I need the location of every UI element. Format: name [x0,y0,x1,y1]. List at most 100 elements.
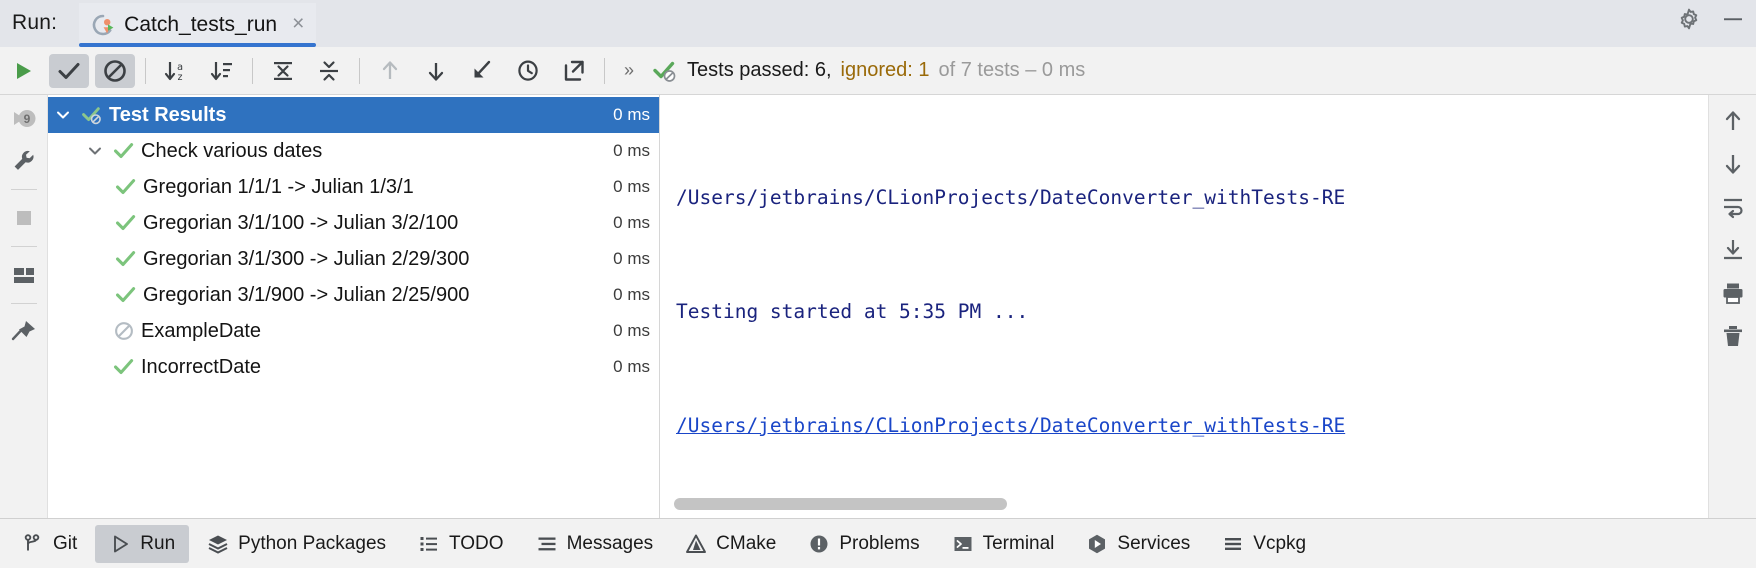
play-icon [109,533,131,555]
tool-window-services[interactable]: Services [1072,525,1204,563]
trash-icon[interactable] [1716,319,1750,353]
gear-icon[interactable] [1676,6,1702,32]
tool-window-run[interactable]: Run [95,524,190,563]
tool-window-label: Python Packages [238,532,387,554]
minimize-icon[interactable] [1720,6,1746,32]
collapse-all-button[interactable] [309,54,349,88]
run-tool-window: Run: Catch_tests_run × a z » Tests passe… [0,0,1756,568]
tool-window-messages[interactable]: Messages [522,525,668,563]
expand-all-button[interactable] [263,54,303,88]
tool-window-label: Services [1117,532,1191,554]
tree-row-label: ExampleDate [141,319,262,342]
test-history-button[interactable] [508,54,548,88]
titlebar: Run: Catch_tests_run × [0,0,1756,47]
svg-text:9: 9 [23,112,30,126]
tree-row-label: Gregorian 1/1/1 -> Julian 1/3/1 [143,175,414,198]
close-icon[interactable]: × [286,13,306,37]
tests-total-text: of 7 tests – 0 ms [938,59,1086,81]
tests-passed-ignored-icon [652,58,678,84]
stop-square-icon[interactable] [7,201,41,235]
chevron-down-icon[interactable] [48,106,78,124]
show-ignored-toggle[interactable] [95,53,135,88]
console-text: /Users/jetbrains/CLionProjects/DateConve… [660,95,1708,492]
test-passed-icon [112,212,140,234]
window-controls [1676,6,1746,32]
test-ignored-icon [110,320,138,342]
layout-grid-icon[interactable] [7,258,41,292]
tool-window-git[interactable]: Git [8,525,91,563]
tree-row-label: IncorrectDate [141,355,262,378]
test-runner-toolbar: a z » Tests passed: 6, ignored: 1 of 7 t… [0,47,1756,95]
tool-window-label: Problems [839,532,920,554]
tests-ignored-text: ignored: 1 [840,59,930,81]
console-line: Testing started at 5:35 PM ... [676,300,1029,323]
tool-window-python-packages[interactable]: Python Packages [193,525,400,563]
scroll-to-end-icon[interactable] [1716,233,1750,267]
tree-row-duration: 0 ms [613,213,650,232]
tool-window-label: Run [140,532,176,554]
tool-window-todo[interactable]: TODO [404,525,518,563]
tree-row-label: Gregorian 3/1/900 -> Julian 2/25/900 [143,283,470,306]
tree-row-duration: 0 ms [613,285,650,304]
previous-failed-test-button[interactable] [370,54,410,88]
sort-by-duration-button[interactable] [202,54,242,88]
rail-separator [10,303,37,304]
table-row[interactable]: Check various dates 0 ms [48,133,659,169]
checklist-icon [418,533,440,555]
tree-row-label: Gregorian 3/1/300 -> Julian 2/29/300 [143,247,470,270]
next-failed-test-button[interactable] [416,54,456,88]
layers-icon [207,533,229,555]
rerun-9-icon[interactable]: 9 [7,104,41,138]
tree-row-duration: 0 ms [613,141,650,160]
console-line: /Users/jetbrains/CLionProjects/DateConve… [676,186,1346,209]
arrow-up-icon[interactable] [1716,104,1750,138]
tool-window-label: Terminal [982,532,1055,554]
console-link-line[interactable]: /Users/jetbrains/CLionProjects/DateConve… [676,407,1708,445]
tool-window-cmake[interactable]: CMake [671,525,790,563]
show-passed-toggle[interactable] [49,53,89,88]
test-passed-icon [112,284,140,306]
export-test-results-button[interactable] [554,54,594,88]
console-action-rail [1708,95,1756,518]
wrench-icon[interactable] [7,144,41,178]
tool-window-label: Vcpkg [1253,532,1307,554]
pin-icon[interactable] [7,315,41,349]
tool-window-problems[interactable]: Problems [794,525,933,563]
rail-separator [10,246,37,247]
table-row[interactable]: Gregorian 3/1/100 -> Julian 3/2/100 0 ms [48,205,659,241]
table-row[interactable]: ExampleDate 0 ms [48,313,659,349]
problems-exclamation-icon [808,533,830,555]
console-output-panel[interactable]: /Users/jetbrains/CLionProjects/DateConve… [660,95,1708,518]
toolbar-overflow-button[interactable]: » [612,60,646,81]
terminal-icon [952,533,974,555]
table-row[interactable]: Gregorian 3/1/900 -> Julian 2/25/900 0 m… [48,277,659,313]
table-row[interactable]: Test Results 0 ms [48,97,659,133]
tool-window-bar: Git Run Python Packages TODO Messages CM… [0,518,1756,568]
table-row[interactable]: IncorrectDate 0 ms [48,349,659,385]
chevron-down-icon[interactable] [80,142,110,160]
arrow-down-icon[interactable] [1716,147,1750,181]
tree-row-duration: 0 ms [613,249,650,268]
toolbar-separator [145,57,146,84]
table-row[interactable]: Gregorian 3/1/300 -> Julian 2/29/300 0 m… [48,241,659,277]
rerun-tests-button[interactable] [3,54,43,88]
sort-alphabetically-button[interactable]: a z [156,54,196,88]
console-horizontal-scrollbar[interactable] [660,492,1708,518]
tool-window-label: Messages [566,532,654,554]
test-passed-icon [110,356,138,378]
soft-wrap-icon[interactable] [1716,190,1750,224]
run-label: Run: [12,11,58,34]
jump-to-source-button[interactable] [462,54,502,88]
tab-catch-tests-run[interactable]: Catch_tests_run × [79,3,317,47]
tree-row-label: Check various dates [141,139,323,162]
toolbar-separator [359,57,360,84]
scrollbar-thumb[interactable] [674,498,1007,510]
printer-icon[interactable] [1716,276,1750,310]
tool-window-vcpkg[interactable]: Vcpkg [1208,525,1320,563]
toolbar-separator [252,57,253,84]
tests-passed-ignored-icon [78,104,106,126]
table-row[interactable]: Gregorian 1/1/1 -> Julian 1/3/1 0 ms [48,169,659,205]
tool-window-label: CMake [716,532,777,554]
test-results-tree[interactable]: Test Results 0 ms Check various dates 0 … [48,95,660,518]
tool-window-terminal[interactable]: Terminal [938,525,1069,563]
